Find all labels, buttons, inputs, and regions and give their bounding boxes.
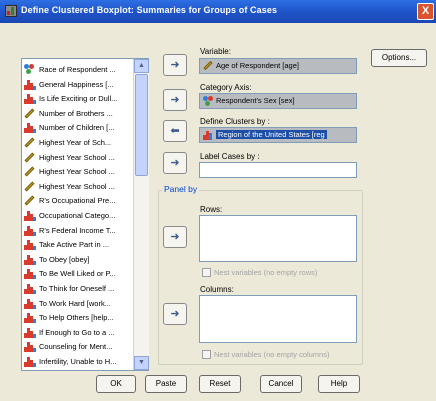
bar-icon	[24, 254, 36, 265]
variable-list-item-label: Occupational Catego...	[39, 211, 116, 220]
columns-label: Columns:	[200, 285, 234, 294]
bar-icon	[24, 225, 36, 236]
bar-icon	[24, 210, 36, 221]
scroll-down-button[interactable]: ▼	[134, 356, 149, 370]
define-clusters-field[interactable]: Region of the United States [reg	[199, 127, 357, 143]
bar-icon	[24, 312, 36, 324]
variable-list-item-label: Infertility, Unable to H...	[39, 357, 117, 366]
bar-icon	[24, 122, 36, 134]
variable-list-item-label: Highest Year of Sch...	[39, 138, 112, 147]
bar-icon	[24, 268, 36, 280]
reset-button[interactable]: Reset	[199, 375, 241, 393]
rows-field[interactable]	[199, 215, 357, 262]
label-cases-field[interactable]	[199, 162, 357, 178]
nest-columns-label: Nest variables (no empty columns)	[214, 350, 330, 359]
variable-label: Variable:	[200, 47, 231, 56]
bar-icon	[24, 239, 36, 251]
variable-list-item-label: Highest Year School ...	[39, 152, 115, 162]
bar-icon	[24, 356, 36, 367]
variable-value: Age of Respondent [age]	[216, 61, 299, 70]
close-button[interactable]: X	[417, 3, 434, 20]
variable-list-item-label: Race of Respondent ...	[39, 65, 116, 74]
category-axis-value: Respondent's Sex [sex]	[216, 96, 295, 105]
variable-list-item-label: R's Federal Income T...	[39, 225, 116, 235]
variable-list-item-label: R's Occupational Pre...	[39, 196, 116, 206]
variable-list-item-label: Number of Children [...	[39, 123, 115, 133]
scale-icon	[24, 152, 35, 163]
variable-list-item-label: General Happiness [...	[39, 79, 114, 89]
scale-icon	[24, 137, 35, 148]
help-button[interactable]: Help	[318, 375, 360, 393]
move-to-category-axis-button[interactable]: ➜	[163, 89, 187, 111]
move-to-variable-button[interactable]: ➜	[163, 54, 187, 76]
rows-label: Rows:	[200, 205, 223, 214]
paste-button[interactable]: Paste	[145, 375, 187, 393]
columns-field[interactable]	[199, 295, 357, 343]
bar-icon	[24, 341, 36, 353]
bar-icon	[203, 130, 213, 141]
define-clusters-label: Define Clusters by :	[200, 117, 270, 126]
variable-list-item-label: Number of Brothers ...	[39, 108, 113, 118]
variable-list-item-label: Highest Year School ...	[39, 181, 115, 191]
define-clusters-value: Region of the United States [reg	[216, 130, 327, 139]
scale-icon	[24, 181, 35, 192]
label-cases-label: Label Cases by :	[200, 152, 260, 161]
scroll-thumb[interactable]	[135, 74, 148, 176]
panel-by-title: Panel by	[162, 184, 200, 194]
variable-list-item-label: To Work Hard [work...	[39, 298, 111, 308]
scale-icon	[203, 60, 213, 71]
variable-list-scrollbar[interactable]: ▲ ▼	[133, 59, 149, 370]
bar-icon	[24, 298, 36, 309]
move-from-clusters-button[interactable]: ⬅	[163, 120, 187, 142]
scale-icon	[24, 195, 35, 206]
spss-app-icon	[5, 5, 17, 17]
variable-list-item-label: To Help Others [help...	[39, 313, 114, 323]
variable-list-item-label: Counseling for Ment...	[39, 342, 113, 352]
move-to-label-cases-button[interactable]: ➜	[163, 152, 187, 174]
window-title: Define Clustered Boxplot: Summaries for …	[21, 5, 278, 15]
bar-icon	[24, 283, 36, 294]
category-axis-field[interactable]: Respondent's Sex [sex]	[199, 93, 357, 109]
nest-rows-checkbox[interactable]	[202, 268, 211, 277]
category-axis-label: Category Axis:	[200, 83, 252, 92]
move-to-columns-button[interactable]: ➜	[163, 303, 187, 325]
scale-icon	[24, 166, 35, 177]
source-variable-list[interactable]: Race of Respondent ... General Happiness …	[21, 58, 149, 371]
variable-list-item-label: Highest Year School ...	[39, 167, 115, 177]
variable-list-item-label: Take Active Part in ...	[39, 240, 110, 250]
variable-field[interactable]: Age of Respondent [age]	[199, 58, 357, 74]
options-button[interactable]: Options...	[371, 49, 427, 67]
bar-icon	[24, 93, 36, 105]
bar-icon	[24, 79, 36, 90]
bar-icon	[24, 327, 36, 338]
nest-columns-checkbox[interactable]	[202, 350, 211, 359]
variable-list-item-label: If Enough to Go to a ...	[39, 327, 115, 337]
variable-list-item-label: To Obey [obey]	[39, 254, 90, 264]
ok-button[interactable]: OK	[96, 375, 136, 393]
nominal-icon	[24, 64, 35, 75]
cancel-button[interactable]: Cancel	[260, 375, 302, 393]
nominal-icon	[203, 96, 213, 107]
variable-list-item-label: To Be Well Liked or P...	[39, 269, 116, 279]
variable-list-item-label: Is Life Exciting or Dull...	[39, 94, 118, 104]
move-to-rows-button[interactable]: ➜	[163, 226, 187, 248]
scale-icon	[24, 108, 35, 119]
nest-rows-label: Nest variables (no empty rows)	[214, 268, 318, 277]
scroll-up-button[interactable]: ▲	[134, 59, 149, 73]
variable-list-item-label: To Think for Oneself ...	[39, 284, 115, 293]
